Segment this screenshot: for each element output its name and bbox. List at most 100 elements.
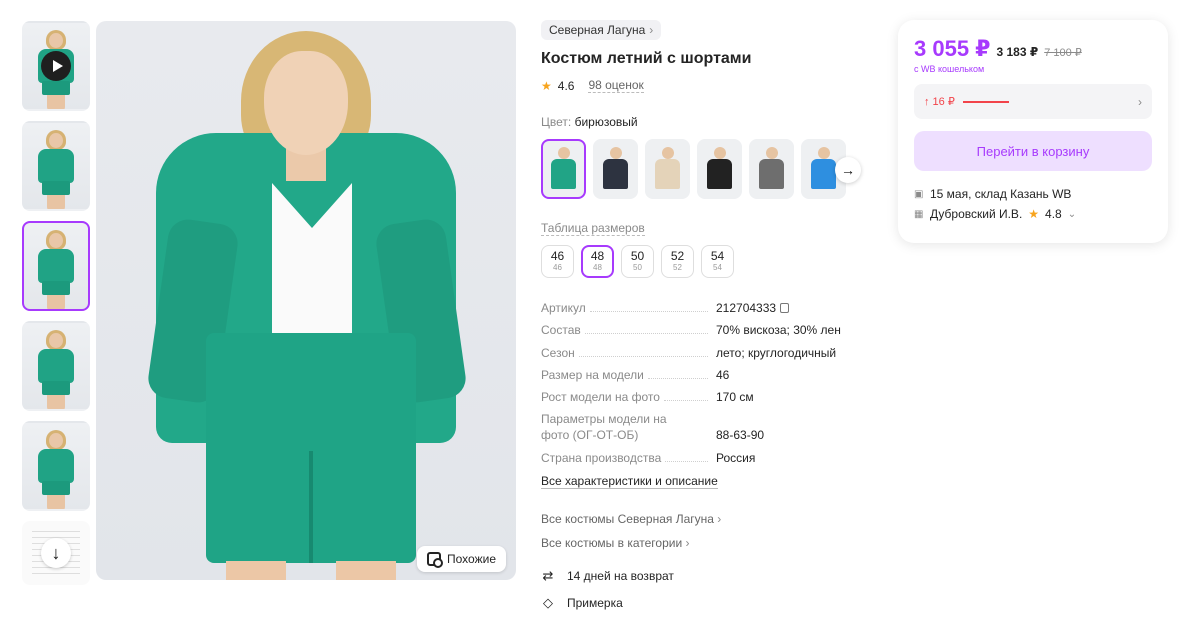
color-value: бирюзовый <box>574 115 638 129</box>
size-main: 54 <box>710 249 725 263</box>
category-link[interactable]: Все костюмы в категории › <box>541 536 871 550</box>
product-info: Северная Лагуна › Костюм летний с шортам… <box>541 20 871 621</box>
size-selector: 46 46 48 48 50 50 52 52 54 54 <box>541 245 871 278</box>
thumbnail-photo[interactable] <box>22 421 90 511</box>
color-swatch[interactable] <box>541 139 586 199</box>
rating-value: 4.6 <box>557 78 575 93</box>
color-swatches: → <box>541 139 871 199</box>
price-history[interactable]: ↑ 16 ₽ › <box>914 84 1152 119</box>
size-main: 48 <box>590 249 605 263</box>
star-icon: ★ <box>541 78 552 93</box>
spec-value: 212704333 <box>716 301 777 315</box>
product-title: Костюм летний с шортами <box>541 50 752 67</box>
size-sub: 52 <box>673 263 682 272</box>
similar-search-icon <box>427 552 444 568</box>
thumbnail-photo-active[interactable] <box>22 221 90 311</box>
arrow-right-icon[interactable]: → <box>835 157 861 183</box>
play-icon[interactable] <box>41 51 71 81</box>
size-option[interactable]: 46 46 <box>541 245 574 278</box>
spec-key: Параметры модели на фото (ОГ-ОТ-ОБ) <box>541 411 691 444</box>
spec-row: Состав 70% вискоза; 30% лен <box>541 322 851 339</box>
spec-value: 170 см <box>716 390 754 405</box>
chevron-right-icon: › <box>717 512 722 527</box>
spec-key: Артикул <box>541 300 590 316</box>
price-row: 3 055 ₽ 3 183 ₽ 7 100 ₽ <box>914 36 1152 62</box>
color-swatch[interactable] <box>749 139 794 199</box>
thumbnail-photo[interactable] <box>22 321 90 411</box>
size-sub: 50 <box>633 263 642 272</box>
brand-category-link[interactable]: Все костюмы Северная Лагуна › <box>541 512 871 526</box>
spec-row: Страна производства Россия <box>541 449 851 466</box>
spec-value: 88-63-90 <box>716 428 765 443</box>
perk-label: 14 дней на возврат <box>567 569 674 584</box>
spec-value: 70% вискоза; 30% лен <box>716 323 841 338</box>
price-alt: 3 183 ₽ <box>996 45 1039 59</box>
perks-list: ⇄ 14 дней на возврат ◇ Примерка <box>541 568 871 611</box>
delivery-text: 15 мая, склад Казань WB <box>930 187 1072 201</box>
spec-row: Параметры модели на фото (ОГ-ОТ-ОБ) 88-6… <box>541 411 851 444</box>
chevron-right-icon: › <box>1138 94 1142 109</box>
rating-row: ★ 4.6 98 оценок <box>541 78 871 93</box>
size-option[interactable]: 52 52 <box>661 245 694 278</box>
copy-icon[interactable] <box>780 303 790 313</box>
spec-row: Сезон лето; круглогодичный <box>541 344 851 361</box>
delivery-row: ▣ 15 мая, склад Казань WB <box>914 187 1152 201</box>
size-main: 46 <box>550 249 565 263</box>
spec-key: Сезон <box>541 344 579 361</box>
color-swatch[interactable] <box>697 139 742 199</box>
main-product-image[interactable]: Похожие <box>96 21 516 580</box>
arrow-down-icon[interactable]: ↓ <box>41 538 71 568</box>
thumbnail-photo[interactable] <box>22 121 90 211</box>
similar-label: Похожие <box>447 552 496 566</box>
size-option[interactable]: 54 54 <box>701 245 734 278</box>
thumbnail-size-chart[interactable]: ↓ <box>22 521 90 585</box>
chevron-right-icon: › <box>649 23 654 37</box>
seller-row[interactable]: ▦ Дубровский И.В. ★ 4.8 ⌄ <box>914 207 1152 221</box>
spec-row: Размер на модели 46 <box>541 366 851 383</box>
color-swatch[interactable] <box>645 139 690 199</box>
price-old: 7 100 ₽ <box>1044 47 1082 59</box>
perk-fitting[interactable]: ◇ Примерка <box>541 595 871 611</box>
size-option[interactable]: 50 50 <box>621 245 654 278</box>
box-icon: ▣ <box>914 188 924 200</box>
chevron-right-icon: › <box>685 536 690 551</box>
related-links: Все костюмы Северная Лагуна › Все костюм… <box>541 512 871 550</box>
all-specs-link[interactable]: Все характеристики и описание <box>541 474 718 490</box>
spec-key: Рост модели на фото <box>541 389 664 406</box>
chevron-down-icon: ⌄ <box>1067 208 1077 220</box>
similar-button[interactable]: Похожие <box>417 546 506 572</box>
go-to-cart-button[interactable]: Перейти в корзину <box>914 131 1152 171</box>
return-arrows-icon: ⇄ <box>542 568 554 584</box>
thumbnail-list: ↓ <box>22 21 90 595</box>
spec-value: 46 <box>716 367 730 382</box>
store-icon: ▦ <box>914 208 924 220</box>
delivery-info: ▣ 15 мая, склад Казань WB ▦ Дубровский И… <box>914 187 1152 221</box>
link-label: Все костюмы Северная Лагуна <box>541 512 714 527</box>
seller-name: Дубровский И.В. <box>930 207 1023 221</box>
perk-label: Примерка <box>567 596 623 611</box>
color-label: Цвет: <box>541 115 572 129</box>
specs-table: Артикул 212704333 Состав 70% вискоза; 30… <box>541 300 851 490</box>
brand-link[interactable]: Северная Лагуна › <box>541 20 662 40</box>
thumbnail-video[interactable] <box>22 21 90 111</box>
reviews-link[interactable]: 98 оценок <box>588 78 644 93</box>
link-label: Все костюмы в категории <box>541 536 683 551</box>
price-card: 3 055 ₽ 3 183 ₽ 7 100 ₽ с WB кошельком ↑… <box>898 20 1168 243</box>
spec-row: Рост модели на фото 170 см <box>541 389 851 406</box>
size-main: 52 <box>670 249 685 263</box>
size-option-selected[interactable]: 48 48 <box>581 245 614 278</box>
seller-rating: 4.8 <box>1045 207 1062 221</box>
size-sub: 48 <box>593 263 602 272</box>
spec-key: Страна производства <box>541 449 666 466</box>
color-swatch[interactable] <box>593 139 638 199</box>
price-trend-line <box>962 100 1009 103</box>
size-sub: 54 <box>713 263 722 272</box>
perk-return[interactable]: ⇄ 14 дней на возврат <box>541 568 871 584</box>
spec-key: Состав <box>541 322 585 339</box>
size-table-link[interactable]: Таблица размеров <box>541 221 645 236</box>
price-main: 3 055 ₽ <box>914 36 991 61</box>
spec-value: Россия <box>716 450 756 465</box>
spec-key: Размер на модели <box>541 366 648 383</box>
size-main: 50 <box>630 249 645 263</box>
tag-icon: ◇ <box>543 595 553 611</box>
